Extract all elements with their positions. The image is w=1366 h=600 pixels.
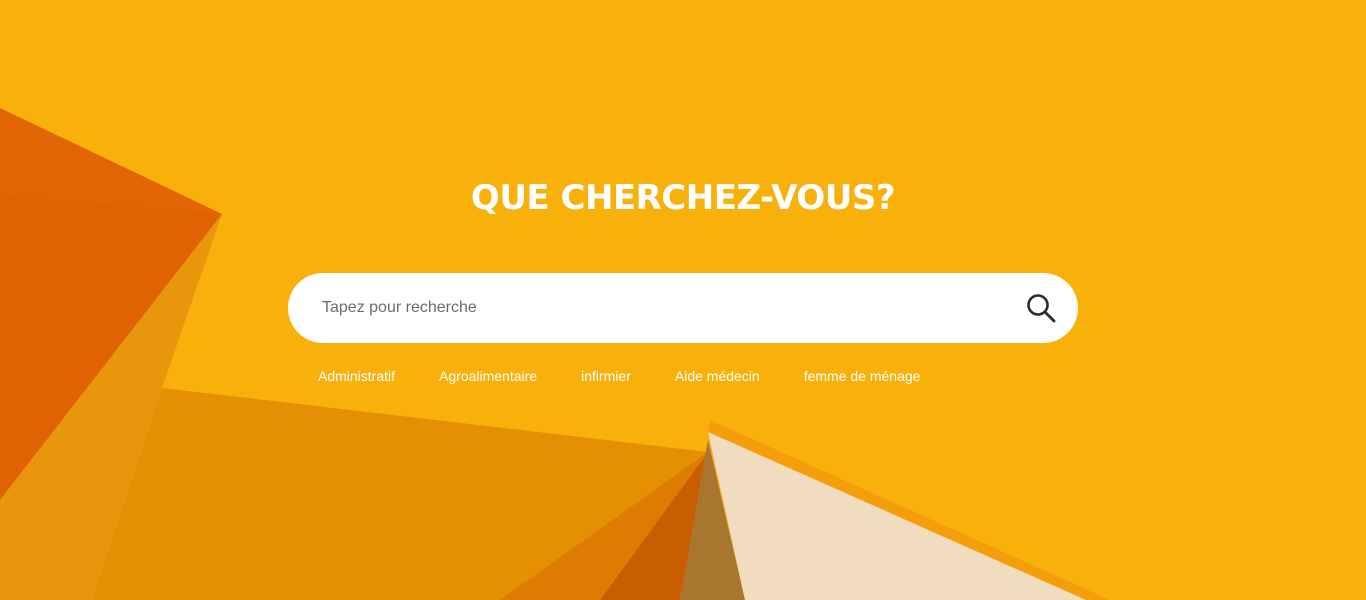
page-title: QUE CHERCHEZ-VOUS?: [470, 178, 896, 218]
suggestion-link[interactable]: femme de ménage: [804, 368, 921, 384]
suggestion-link[interactable]: Agroalimentaire: [439, 368, 537, 384]
suggestion-list: Administratif Agroalimentaire infirmier …: [318, 368, 920, 384]
suggestion-link[interactable]: infirmier: [581, 368, 631, 384]
search-icon: [1027, 294, 1056, 323]
hero-section: QUE CHERCHEZ-VOUS? Administratif Agroali…: [0, 0, 1366, 600]
suggestion-link[interactable]: Administratif: [318, 368, 395, 384]
suggestion-link[interactable]: Aide médecin: [675, 368, 760, 384]
search-input[interactable]: [322, 273, 1002, 343]
search-button[interactable]: [1020, 287, 1062, 329]
search-bar: [288, 273, 1078, 343]
